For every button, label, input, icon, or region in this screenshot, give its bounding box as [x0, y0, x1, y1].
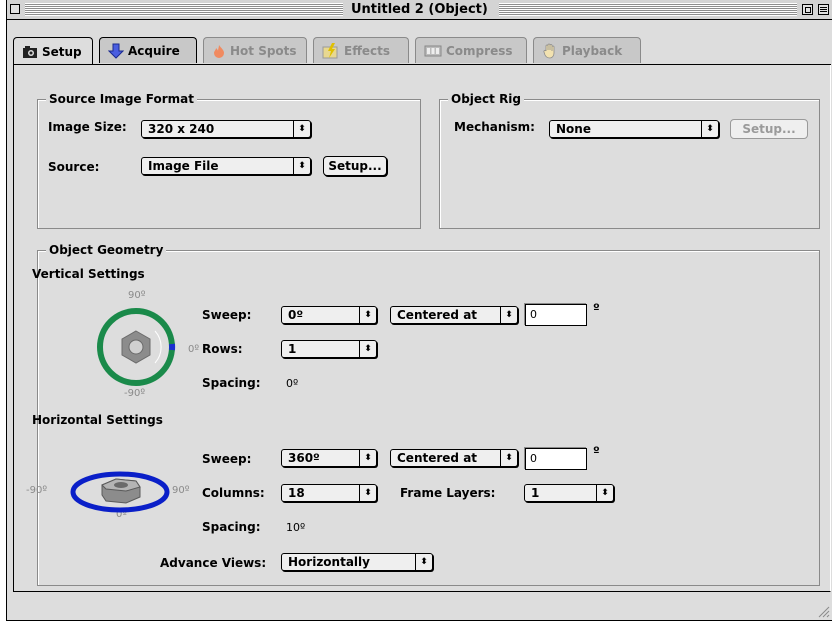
popup-arrows-icon: ⬍ [293, 158, 310, 174]
source-popup[interactable]: Image File ⬍ [141, 157, 311, 175]
popup-arrows-icon: ⬍ [293, 121, 310, 137]
object-geometry-group: Object Geometry Vertical Settings 90º 0º… [26, 243, 820, 586]
horizontal-rotation-diagram [70, 471, 170, 513]
horizontal-sweep-label: Sweep: [202, 452, 252, 466]
vertical-spacing-value: 0º [286, 377, 299, 390]
tab-setup[interactable]: Setup [13, 37, 93, 65]
rows-label: Rows: [202, 342, 243, 356]
vertical-sweep-popup[interactable]: 0º ⬍ [281, 306, 377, 324]
film-icon [424, 45, 442, 56]
horizontal-diagram-left-label: -90º [26, 485, 48, 496]
title-bar-stripes-left [25, 3, 343, 16]
hand-icon [543, 43, 555, 58]
image-size-label: Image Size: [48, 120, 127, 134]
popup-arrows-icon: ⬍ [500, 450, 517, 466]
tab-playback[interactable]: Playback [533, 37, 641, 63]
tab-compress-label: Compress [446, 43, 513, 58]
title-bar-stripes-right [499, 3, 797, 16]
popup-arrows-icon: ⬍ [500, 307, 517, 323]
horizontal-sweep-value: 360º [288, 451, 320, 465]
popup-arrows-icon: ⬍ [359, 485, 376, 501]
columns-popup[interactable]: 18 ⬍ [281, 484, 377, 502]
object-rig-title: Object Rig [448, 92, 525, 106]
mechanism-label: Mechanism: [454, 120, 535, 134]
lightning-icon [322, 42, 338, 58]
frame-layers-label: Frame Layers: [400, 486, 496, 500]
vertical-diagram-top-label: 90º [128, 290, 146, 301]
advance-views-popup[interactable]: Horizontally ⬍ [281, 553, 433, 571]
zoom-box-icon[interactable] [802, 4, 813, 15]
columns-value: 18 [288, 486, 305, 500]
tab-acquire[interactable]: Acquire [99, 37, 197, 63]
horizontal-centered-popup[interactable]: Centered at ⬍ [390, 449, 518, 467]
horizontal-sweep-popup[interactable]: 360º ⬍ [281, 449, 377, 467]
nut-hole-top-icon [114, 482, 128, 488]
title-bar[interactable]: Untitled 2 (Object) [7, 0, 832, 20]
vertical-rotation-diagram [97, 308, 176, 386]
vertical-diagram-right-label: 0º [188, 344, 200, 355]
resize-grip-icon[interactable] [816, 604, 830, 618]
tab-compress[interactable]: Compress [415, 37, 527, 63]
source-image-format-title: Source Image Format [46, 92, 197, 106]
source-setup-button[interactable]: Setup... [323, 156, 387, 176]
advance-views-label: Advance Views: [160, 556, 267, 570]
vertical-center-input[interactable]: 0 [525, 304, 587, 326]
horizontal-settings-title: Horizontal Settings [32, 413, 163, 427]
image-size-value: 320 x 240 [148, 122, 215, 136]
horizontal-center-input[interactable]: 0 [525, 448, 587, 470]
mechanism-value: None [556, 122, 591, 136]
popup-arrows-icon: ⬍ [359, 450, 376, 466]
popup-arrows-icon: ⬍ [701, 121, 718, 137]
rows-value: 1 [288, 342, 297, 356]
tab-setup-label: Setup [42, 44, 82, 59]
horizontal-spacing-label: Spacing: [202, 520, 261, 534]
columns-label: Columns: [202, 486, 265, 500]
tab-acquire-label: Acquire [128, 43, 180, 58]
vertical-degree-symbol: º [593, 301, 600, 315]
advance-views-value: Horizontally [288, 555, 370, 569]
rig-setup-button[interactable]: Setup... [730, 119, 808, 139]
tab-playback-label: Playback [562, 43, 623, 58]
horizontal-spacing-value: 10º [286, 521, 306, 534]
object-rig-group: Object Rig Mechanism: None ⬍ Setup... [439, 92, 820, 229]
rows-popup[interactable]: 1 ⬍ [281, 340, 377, 358]
setup-panel: Source Image Format Image Size: 320 x 24… [13, 65, 831, 592]
vertical-centered-popup[interactable]: Centered at ⬍ [390, 306, 518, 324]
popup-arrows-icon: ⬍ [359, 307, 376, 323]
object-window: Untitled 2 (Object) Setup Acquire Hot Sp… [6, 0, 832, 621]
tab-effects-label: Effects [344, 43, 391, 58]
horizontal-degree-symbol: º [593, 444, 600, 458]
source-image-format-group: Source Image Format Image Size: 320 x 24… [37, 92, 421, 229]
vertical-centered-value: Centered at [397, 308, 478, 322]
object-geometry-title: Object Geometry [46, 243, 167, 257]
window-title: Untitled 2 (Object) [347, 2, 492, 17]
tab-hot-spots-label: Hot Spots [230, 43, 297, 58]
frame-layers-value: 1 [531, 486, 540, 500]
tab-effects[interactable]: Effects [313, 37, 409, 63]
horizontal-centered-value: Centered at [397, 451, 478, 465]
source-value: Image File [148, 159, 219, 173]
tab-hot-spots[interactable]: Hot Spots [203, 37, 307, 63]
popup-arrows-icon: ⬍ [359, 341, 376, 357]
flame-icon [214, 44, 224, 58]
horizontal-diagram-right-label: 90º [172, 485, 190, 496]
vertical-inner-arc [154, 330, 162, 364]
vertical-settings-title: Vertical Settings [32, 267, 145, 281]
vertical-sweep-value: 0º [288, 308, 304, 322]
down-arrow-icon [108, 43, 124, 59]
nut-hole-icon [128, 339, 144, 355]
popup-arrows-icon: ⬍ [415, 554, 432, 570]
close-box-icon[interactable] [10, 4, 20, 14]
collapse-box-icon[interactable] [818, 4, 829, 15]
vertical-sweep-label: Sweep: [202, 308, 252, 322]
camera-icon [23, 45, 37, 58]
mechanism-popup[interactable]: None ⬍ [549, 120, 719, 138]
popup-arrows-icon: ⬍ [596, 485, 613, 501]
frame-layers-popup[interactable]: 1 ⬍ [524, 484, 614, 502]
image-size-popup[interactable]: 320 x 240 ⬍ [141, 120, 311, 138]
vertical-spacing-label: Spacing: [202, 376, 261, 390]
source-label: Source: [48, 160, 100, 174]
